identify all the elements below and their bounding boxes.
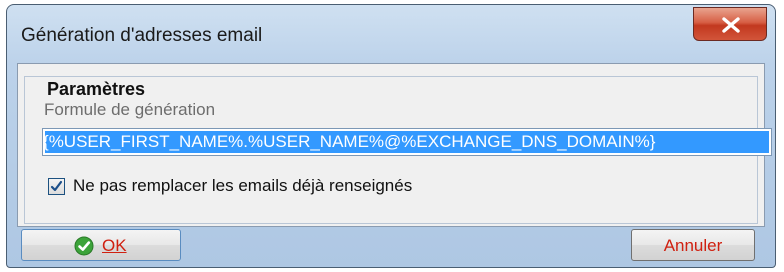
dialog-body: Paramètres Formule de génération {%USER_…	[17, 63, 772, 227]
title-bar[interactable]: Génération d'adresses email	[7, 5, 775, 57]
no-replace-checkbox[interactable]	[48, 177, 65, 195]
window-title: Génération d'adresses email	[21, 25, 263, 46]
ok-button-label: OK	[102, 236, 127, 255]
no-replace-option[interactable]: Ne pas remplacer les emails déjà renseig…	[48, 176, 412, 196]
close-button[interactable]	[693, 7, 767, 41]
formula-value: %USER_FIRST_NAME%.%USER_NAME%@%EXCHANGE_…	[48, 132, 656, 151]
no-replace-label: Ne pas remplacer les emails déjà renseig…	[73, 176, 413, 195]
formula-selected-text: {%USER_FIRST_NAME%.%USER_NAME%@%EXCHANGE…	[45, 131, 769, 153]
cancel-button[interactable]: Annuler	[631, 229, 755, 261]
green-check-circle-icon	[74, 236, 94, 256]
checkmark-icon	[50, 180, 63, 191]
ok-button[interactable]: OK	[21, 229, 181, 261]
group-title: Paramètres	[43, 79, 150, 100]
dialog-window: Génération d'adresses email Paramètres F…	[6, 4, 776, 268]
close-icon	[722, 17, 740, 33]
formula-input[interactable]: {%USER_FIRST_NAME%.%USER_NAME%@%EXCHANGE…	[42, 128, 772, 156]
formula-label: Formule de génération	[44, 100, 216, 119]
cancel-button-label: Annuler	[663, 236, 723, 255]
